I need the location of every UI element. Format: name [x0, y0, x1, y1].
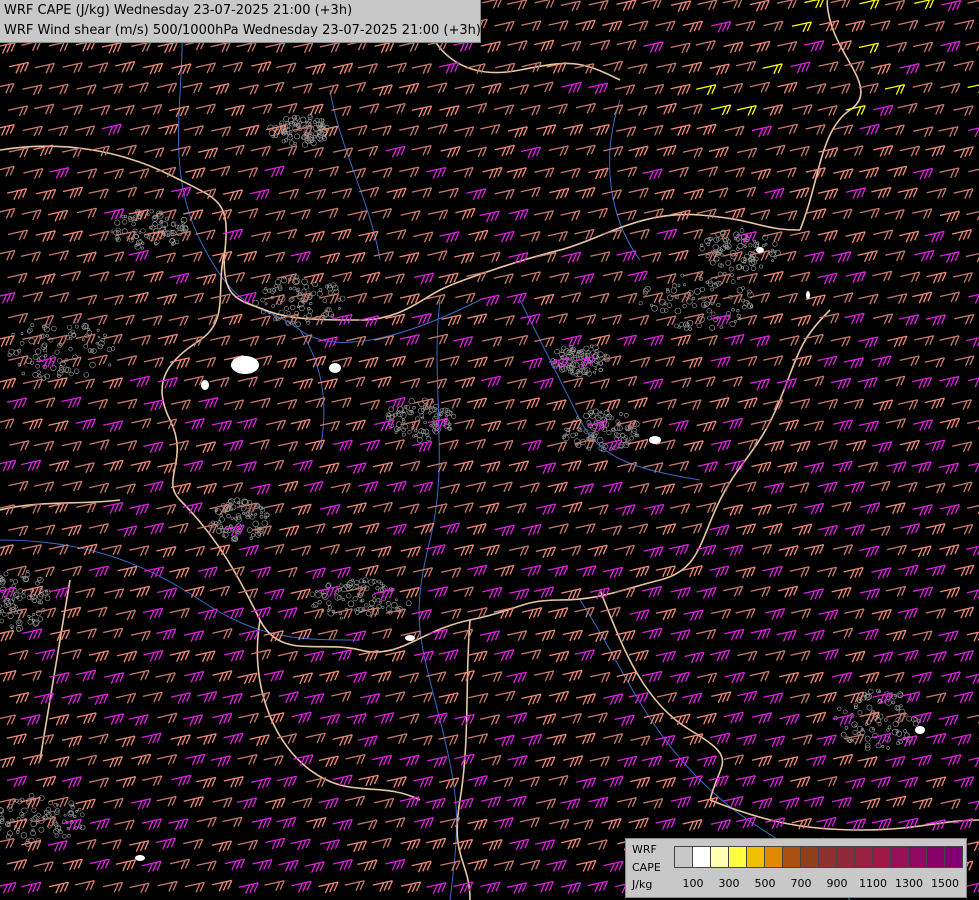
wind-shear-title: WRF Wind shear (m/s) 500/1000hPa Wednesd… — [4, 23, 481, 38]
legend-tick-1500: 1500 — [931, 877, 959, 890]
cape-spot — [756, 247, 764, 253]
legend-label-variable: CAPE — [632, 861, 661, 874]
legend-swatch-3 — [728, 846, 747, 868]
cape-spot — [201, 380, 209, 390]
legend-label-unit: J/kg — [632, 878, 653, 891]
legend-tick-100: 100 — [682, 877, 704, 890]
legend-swatch-4 — [746, 846, 765, 868]
cape-spot — [231, 356, 259, 374]
legend-swatch-10 — [854, 846, 873, 868]
cape-spot — [405, 635, 415, 641]
legend-swatch-7 — [800, 846, 819, 868]
legend-swatch-12 — [890, 846, 909, 868]
cape-spot — [329, 363, 341, 373]
legend-swatch-13 — [908, 846, 927, 868]
map-title-box: WRF CAPE (J/kg) Wednesday 23-07-2025 21:… — [0, 0, 481, 43]
cape-title: WRF CAPE (J/kg) Wednesday 23-07-2025 21:… — [4, 3, 353, 18]
legend-tick-1100: 1100 — [859, 877, 887, 890]
legend-swatch-0 — [674, 846, 693, 868]
legend-swatch-15 — [944, 846, 963, 868]
legend-tick-700: 700 — [790, 877, 812, 890]
cape-legend: WRF CAPE J/kg 100 300 500 700 900 1100 1300 150… — [625, 838, 967, 898]
cape-spot — [806, 291, 810, 299]
legend-tick-1300: 1300 — [895, 877, 923, 890]
legend-tick-500: 500 — [754, 877, 776, 890]
legend-swatch-1 — [692, 846, 711, 868]
legend-tick-300: 300 — [718, 877, 740, 890]
legend-swatch-5 — [764, 846, 783, 868]
legend-swatch-6 — [782, 846, 801, 868]
legend-label-model: WRF — [632, 843, 657, 856]
cape-spot — [135, 855, 145, 861]
weather-map — [0, 0, 979, 900]
legend-tick-labels: 100 300 500 700 900 1100 1300 1500 — [674, 877, 964, 891]
legend-color-scale — [674, 846, 963, 868]
legend-swatch-9 — [836, 846, 855, 868]
legend-swatch-14 — [926, 846, 945, 868]
legend-tick-900: 900 — [826, 877, 848, 890]
legend-swatch-8 — [818, 846, 837, 868]
cape-spot — [915, 726, 925, 734]
cape-spot — [649, 436, 661, 444]
legend-swatch-2 — [710, 846, 729, 868]
legend-swatch-11 — [872, 846, 891, 868]
